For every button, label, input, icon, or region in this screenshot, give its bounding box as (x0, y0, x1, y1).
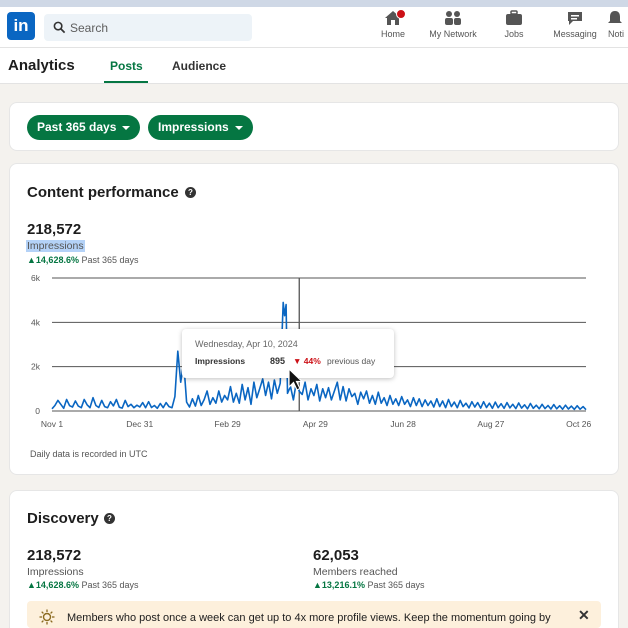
members-reached-label: Members reached (313, 566, 398, 578)
x-tick-label: Aug 27 (477, 419, 504, 429)
nav-notifications[interactable]: Noti (594, 10, 628, 46)
y-tick-label: 4k (31, 317, 41, 327)
nav-jobs-label: Jobs (504, 29, 524, 39)
help-icon[interactable]: ? (185, 187, 196, 198)
y-tick-label: 2k (31, 362, 41, 372)
utc-note: Daily data is recorded in UTC (30, 449, 148, 459)
tooltip-label: Impressions (195, 356, 246, 366)
bell-icon (608, 11, 622, 23)
tooltip-change: ▼ 44% (293, 356, 321, 366)
nav-home[interactable]: Home (361, 9, 425, 46)
nav-my-network[interactable]: My Network (421, 10, 485, 46)
tooltip-change-suffix: previous day (327, 356, 376, 366)
tooltip-change-value: 44% (303, 356, 321, 366)
members-reached-value: 62,053 (313, 547, 359, 564)
nav-my-network-label: My Network (429, 29, 477, 39)
discovery-impressions-change: ▲14,628.6% Past 365 days (27, 580, 139, 590)
browser-strip (0, 0, 628, 7)
date-range-label: Past 365 days (37, 120, 117, 134)
metric-label: Impressions (158, 120, 229, 134)
members-reached-change-value: 13,216.1% (321, 580, 365, 590)
network-icon (445, 11, 461, 25)
x-tick-label: Jun 28 (390, 419, 416, 429)
x-tick-label: Nov 1 (41, 419, 63, 429)
briefcase-icon (506, 10, 522, 25)
linkedin-logo[interactable]: in (7, 12, 35, 40)
discovery-impressions-label: Impressions (27, 566, 84, 578)
content-performance-title: Content performance (27, 184, 179, 201)
members-reached-change: ▲13,216.1% Past 365 days (313, 580, 425, 590)
impressions-change: ▲14,628.6% Past 365 days (27, 255, 139, 265)
impressions-change-suffix: Past 365 days (81, 255, 139, 265)
lightbulb-icon (39, 609, 55, 625)
caret-down-icon (122, 125, 131, 130)
x-tick-label: Apr 29 (303, 419, 328, 429)
impressions-total: 218,572 (27, 221, 82, 238)
tip-banner: Members who post once a week can get up … (27, 601, 601, 628)
date-range-dropdown[interactable]: Past 365 days (27, 115, 141, 140)
discovery-title: Discovery (27, 510, 99, 527)
nav-jobs[interactable]: Jobs (482, 10, 546, 46)
discovery-impressions-suffix: Past 365 days (81, 580, 139, 590)
metric-dropdown[interactable]: Impressions (148, 115, 253, 140)
nav-notifications-label: Noti (608, 29, 625, 39)
y-tick-label: 6k (31, 273, 41, 283)
discovery-impressions-value: 218,572 (27, 547, 82, 564)
y-tick-label: 0 (35, 406, 40, 416)
tab-audience[interactable]: Audience (172, 59, 226, 73)
search-bar[interactable] (44, 14, 252, 41)
active-tab-indicator (104, 81, 148, 83)
tooltip-date: Wednesday, Apr 10, 2024 (195, 339, 298, 349)
caret-down-icon (234, 125, 243, 130)
discovery-impressions-change-value: 14,628.6% (35, 580, 79, 590)
top-nav: in Home My Network Jobs Messaging (0, 0, 628, 48)
tab-posts[interactable]: Posts (110, 59, 143, 73)
analytics-subnav: Analytics Posts Audience (0, 48, 628, 84)
chat-icon (568, 12, 582, 25)
x-tick-label: Oct 26 (566, 419, 591, 429)
impressions-change-value: 14,628.6% (35, 255, 79, 265)
x-tick-label: Feb 29 (214, 419, 241, 429)
help-icon[interactable]: ? (104, 513, 115, 524)
notification-badge (396, 9, 406, 19)
close-icon[interactable]: ✕ (578, 607, 590, 624)
tip-banner-text: Members who post once a week can get up … (67, 612, 551, 624)
mouse-cursor-icon (288, 368, 304, 391)
search-input[interactable] (70, 14, 250, 41)
members-reached-suffix: Past 365 days (367, 580, 425, 590)
search-icon (53, 21, 66, 34)
x-tick-label: Dec 31 (126, 419, 153, 429)
impressions-label: Impressions (26, 240, 85, 252)
page-title: Analytics (8, 57, 75, 74)
tooltip-value: 895 (270, 356, 286, 366)
nav-home-label: Home (380, 29, 405, 39)
